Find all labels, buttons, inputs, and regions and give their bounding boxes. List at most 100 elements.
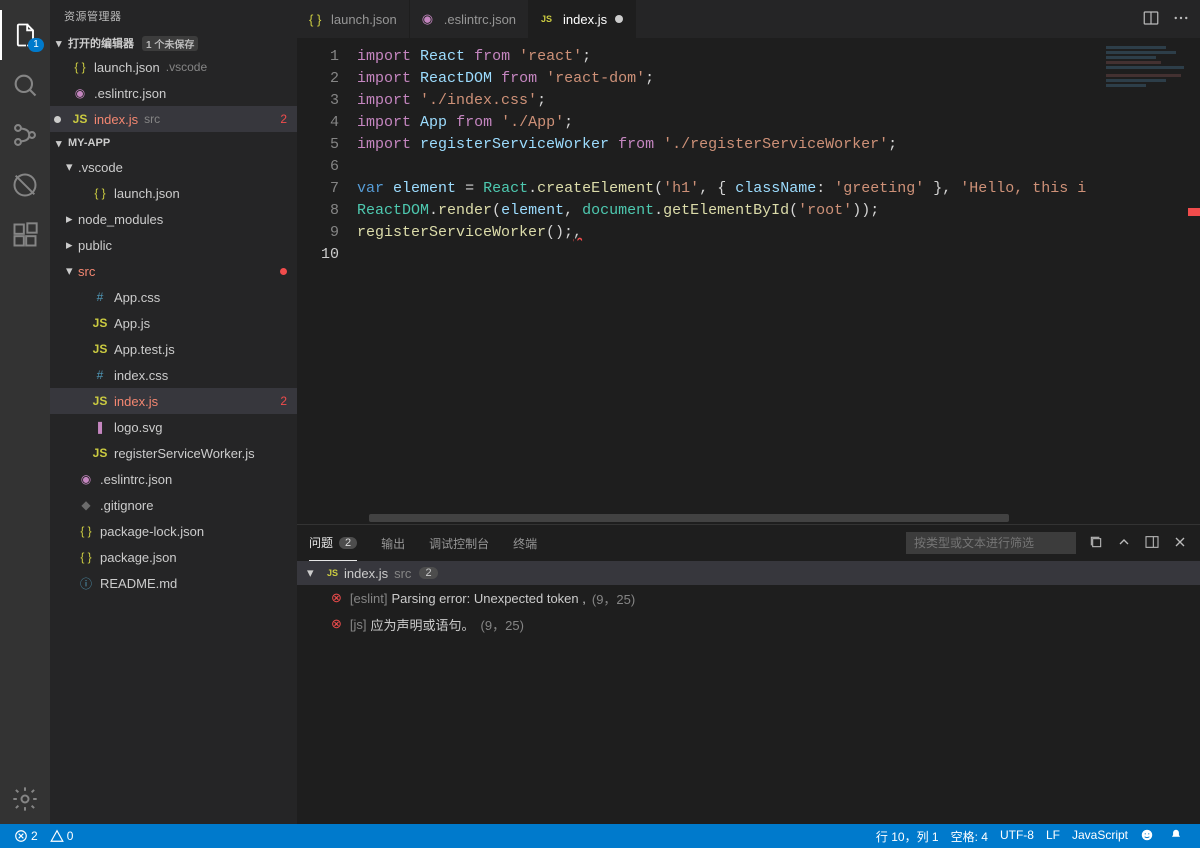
- file-item[interactable]: #index.css: [50, 362, 297, 388]
- editor-tab[interactable]: ◉.eslintrc.json: [410, 0, 529, 38]
- sb-encoding[interactable]: UTF-8: [994, 828, 1040, 842]
- item-name: public: [78, 238, 112, 253]
- item-name: registerServiceWorker.js: [114, 446, 255, 461]
- problem-message: 应为声明或语句。: [371, 615, 475, 634]
- panel-tab-debug-console[interactable]: 调试控制台: [429, 525, 489, 561]
- error-icon: ⊗: [331, 616, 342, 632]
- file-path: .vscode: [166, 60, 207, 74]
- file-item[interactable]: JSindex.js2: [50, 388, 297, 414]
- folder-item[interactable]: ▾src: [50, 258, 297, 284]
- editor-code[interactable]: import React from 'react'; import ReactD…: [357, 38, 1200, 512]
- folder-item[interactable]: ▾.vscode: [50, 154, 297, 180]
- problem-item[interactable]: ⊗ [js] 应为声明或语句。 (9，25): [297, 611, 1200, 637]
- sb-warnings[interactable]: 0: [44, 824, 80, 848]
- problem-source: [js]: [350, 617, 367, 632]
- editor-tab[interactable]: JSindex.js: [529, 0, 636, 38]
- sidebar-title: 资源管理器: [50, 0, 297, 32]
- item-name: package.json: [100, 550, 177, 565]
- editor-h-scrollbar[interactable]: [297, 512, 1200, 524]
- file-item[interactable]: { }package-lock.json: [50, 518, 297, 544]
- file-icon: { }: [92, 185, 108, 201]
- open-editor-item[interactable]: ◉.eslintrc.json: [50, 80, 297, 106]
- sb-spaces[interactable]: 空格: 4: [945, 828, 994, 845]
- file-icon: JS: [92, 393, 108, 409]
- file-name: launch.json: [94, 60, 160, 75]
- problem-position: (9，25): [481, 615, 524, 634]
- problem-source: [eslint]: [350, 591, 388, 606]
- minimap[interactable]: [1106, 44, 1186, 104]
- panel-tab-problems[interactable]: 问题 2: [309, 525, 357, 561]
- file-icon: ◆: [78, 497, 94, 513]
- code-editor[interactable]: 12345678910 import React from 'react'; i…: [297, 38, 1200, 512]
- file-icon: #: [92, 367, 108, 383]
- file-item[interactable]: ❚ logo.svg: [50, 414, 297, 440]
- section-open-editors[interactable]: ▾ 打开的编辑器 1 个未保存: [50, 32, 297, 54]
- activity-debug[interactable]: [0, 160, 50, 210]
- open-editor-item[interactable]: JSindex.jssrc2: [50, 106, 297, 132]
- file-item[interactable]: ◆ .gitignore: [50, 492, 297, 518]
- bottom-panel: 问题 2 输出 调试控制台 终端 ▾ JS index.js: [297, 524, 1200, 824]
- activity-bar: 1: [0, 0, 50, 824]
- activity-scm[interactable]: [0, 110, 50, 160]
- file-icon: { }: [309, 12, 325, 27]
- unsaved-badge: 1 个未保存: [142, 36, 198, 51]
- folder-item[interactable]: ▸node_modules: [50, 206, 297, 232]
- panel-tab-terminal[interactable]: 终端: [513, 525, 537, 561]
- activity-extensions[interactable]: [0, 210, 50, 260]
- collapse-all-icon[interactable]: [1088, 534, 1104, 553]
- item-name: App.css: [114, 290, 160, 305]
- file-item[interactable]: #App.css: [50, 284, 297, 310]
- file-item[interactable]: { } package.json: [50, 544, 297, 570]
- tab-label: index.js: [563, 12, 607, 27]
- sb-eol[interactable]: LF: [1040, 828, 1066, 842]
- panel-filter-input[interactable]: [906, 532, 1076, 554]
- item-name: README.md: [100, 576, 177, 591]
- activity-settings[interactable]: [0, 774, 50, 824]
- more-icon[interactable]: [1172, 9, 1190, 30]
- panel-up-icon[interactable]: [1116, 534, 1132, 553]
- sb-language[interactable]: JavaScript: [1066, 828, 1134, 842]
- file-item[interactable]: ◉.eslintrc.json: [50, 466, 297, 492]
- item-name: .vscode: [78, 160, 123, 175]
- folder-item[interactable]: ▸public: [50, 232, 297, 258]
- file-icon: JS: [72, 111, 88, 127]
- activity-search[interactable]: [0, 60, 50, 110]
- error-icon: ⊗: [331, 590, 342, 606]
- sb-line-col[interactable]: 行 10，列 1: [870, 828, 945, 845]
- section-project[interactable]: ▾ MY-APP: [50, 132, 297, 154]
- error-count: 2: [280, 394, 287, 408]
- file-icon: { }: [72, 59, 88, 75]
- item-name: App.js: [114, 316, 150, 331]
- sb-errors[interactable]: 2: [8, 824, 44, 848]
- problem-item[interactable]: ⊗ [eslint]Parsing error: Unexpected token…: [297, 585, 1200, 611]
- item-name: launch.json: [114, 186, 180, 201]
- chevron-down-icon: ▾: [56, 37, 68, 50]
- file-item[interactable]: JSregisterServiceWorker.js: [50, 440, 297, 466]
- open-editor-item[interactable]: { } launch.json .vscode: [50, 54, 297, 80]
- item-name: .gitignore: [100, 498, 153, 513]
- problem-file-row[interactable]: ▾ JS index.js src 2: [297, 561, 1200, 585]
- sb-notifications-icon[interactable]: [1163, 828, 1192, 842]
- problem-message: Parsing error: Unexpected token ,: [391, 591, 585, 606]
- editor-tab[interactable]: { }launch.json: [297, 0, 410, 38]
- file-name: .eslintrc.json: [94, 86, 166, 101]
- panel-body: ▾ JS index.js src 2 ⊗ [eslint]Parsing err…: [297, 561, 1200, 824]
- editor-gutter: 12345678910: [297, 38, 357, 512]
- file-item[interactable]: JSApp.js: [50, 310, 297, 336]
- panel-tab-output[interactable]: 输出: [381, 525, 405, 561]
- problem-position: (9，25): [592, 589, 635, 608]
- item-name: logo.svg: [114, 420, 162, 435]
- file-icon: ◉: [78, 471, 94, 487]
- file-item[interactable]: JSApp.test.js: [50, 336, 297, 362]
- file-item[interactable]: ⓘREADME.md: [50, 570, 297, 596]
- file-icon: ❚: [92, 419, 108, 435]
- chevron-down-icon: ▾: [56, 137, 68, 150]
- panel-close-icon[interactable]: [1172, 534, 1188, 553]
- panel-layout-icon[interactable]: [1144, 534, 1160, 553]
- activity-explorer[interactable]: 1: [0, 10, 50, 60]
- chevron-right-icon: ▸: [66, 237, 78, 253]
- sb-feedback-icon[interactable]: [1134, 828, 1163, 842]
- file-icon: { }: [78, 549, 94, 565]
- file-item[interactable]: { } launch.json: [50, 180, 297, 206]
- split-editor-icon[interactable]: [1142, 9, 1160, 30]
